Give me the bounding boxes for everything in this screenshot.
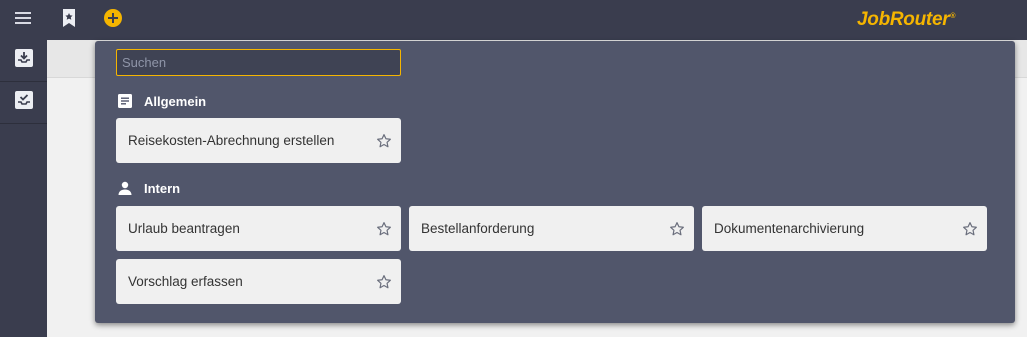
process-card-label: Reisekosten-Abrechnung erstellen	[128, 133, 335, 148]
process-card-label: Dokumentenarchivierung	[714, 221, 865, 236]
process-card-vorschlag[interactable]: Vorschlag erfassen	[116, 259, 401, 304]
star-icon[interactable]	[668, 220, 686, 238]
bookmark-star-icon	[62, 8, 76, 32]
jobrouter-logo: JobRouter®	[857, 9, 956, 30]
top-bar: JobRouter®	[0, 0, 1027, 40]
process-card-label: Bestellanforderung	[421, 221, 535, 236]
section-header-allgemein: Allgemein	[117, 91, 206, 111]
person-icon	[117, 181, 132, 196]
menu-button[interactable]	[0, 0, 46, 40]
sidebar-item-inbox[interactable]	[0, 40, 47, 82]
process-card-label: Vorschlag erfassen	[128, 274, 243, 289]
menu-icon	[15, 11, 31, 29]
star-icon[interactable]	[375, 220, 393, 238]
left-sidebar	[0, 40, 47, 337]
add-circle-icon	[103, 8, 123, 33]
inbox-check-icon	[14, 91, 33, 114]
star-icon[interactable]	[375, 132, 393, 150]
process-card-dokumentenarchivierung[interactable]: Dokumentenarchivierung	[702, 206, 987, 251]
sidebar-item-completed[interactable]	[0, 82, 47, 124]
section-title: Intern	[144, 180, 181, 196]
document-list-icon	[117, 94, 132, 109]
favorites-button[interactable]	[46, 0, 92, 40]
process-card-urlaub[interactable]: Urlaub beantragen	[116, 206, 401, 251]
new-process-button[interactable]	[90, 0, 136, 40]
star-icon[interactable]	[961, 220, 979, 238]
start-process-panel: Allgemein Reisekosten-Abrechnung erstell…	[95, 41, 1015, 323]
section-header-intern: Intern	[117, 178, 180, 198]
inbox-download-icon	[14, 49, 33, 72]
search-input[interactable]	[116, 49, 401, 76]
process-card-label: Urlaub beantragen	[128, 221, 240, 236]
process-card-reisekosten[interactable]: Reisekosten-Abrechnung erstellen	[116, 118, 401, 163]
star-icon[interactable]	[375, 273, 393, 291]
section-title: Allgemein	[144, 93, 207, 109]
process-card-bestellanforderung[interactable]: Bestellanforderung	[409, 206, 694, 251]
